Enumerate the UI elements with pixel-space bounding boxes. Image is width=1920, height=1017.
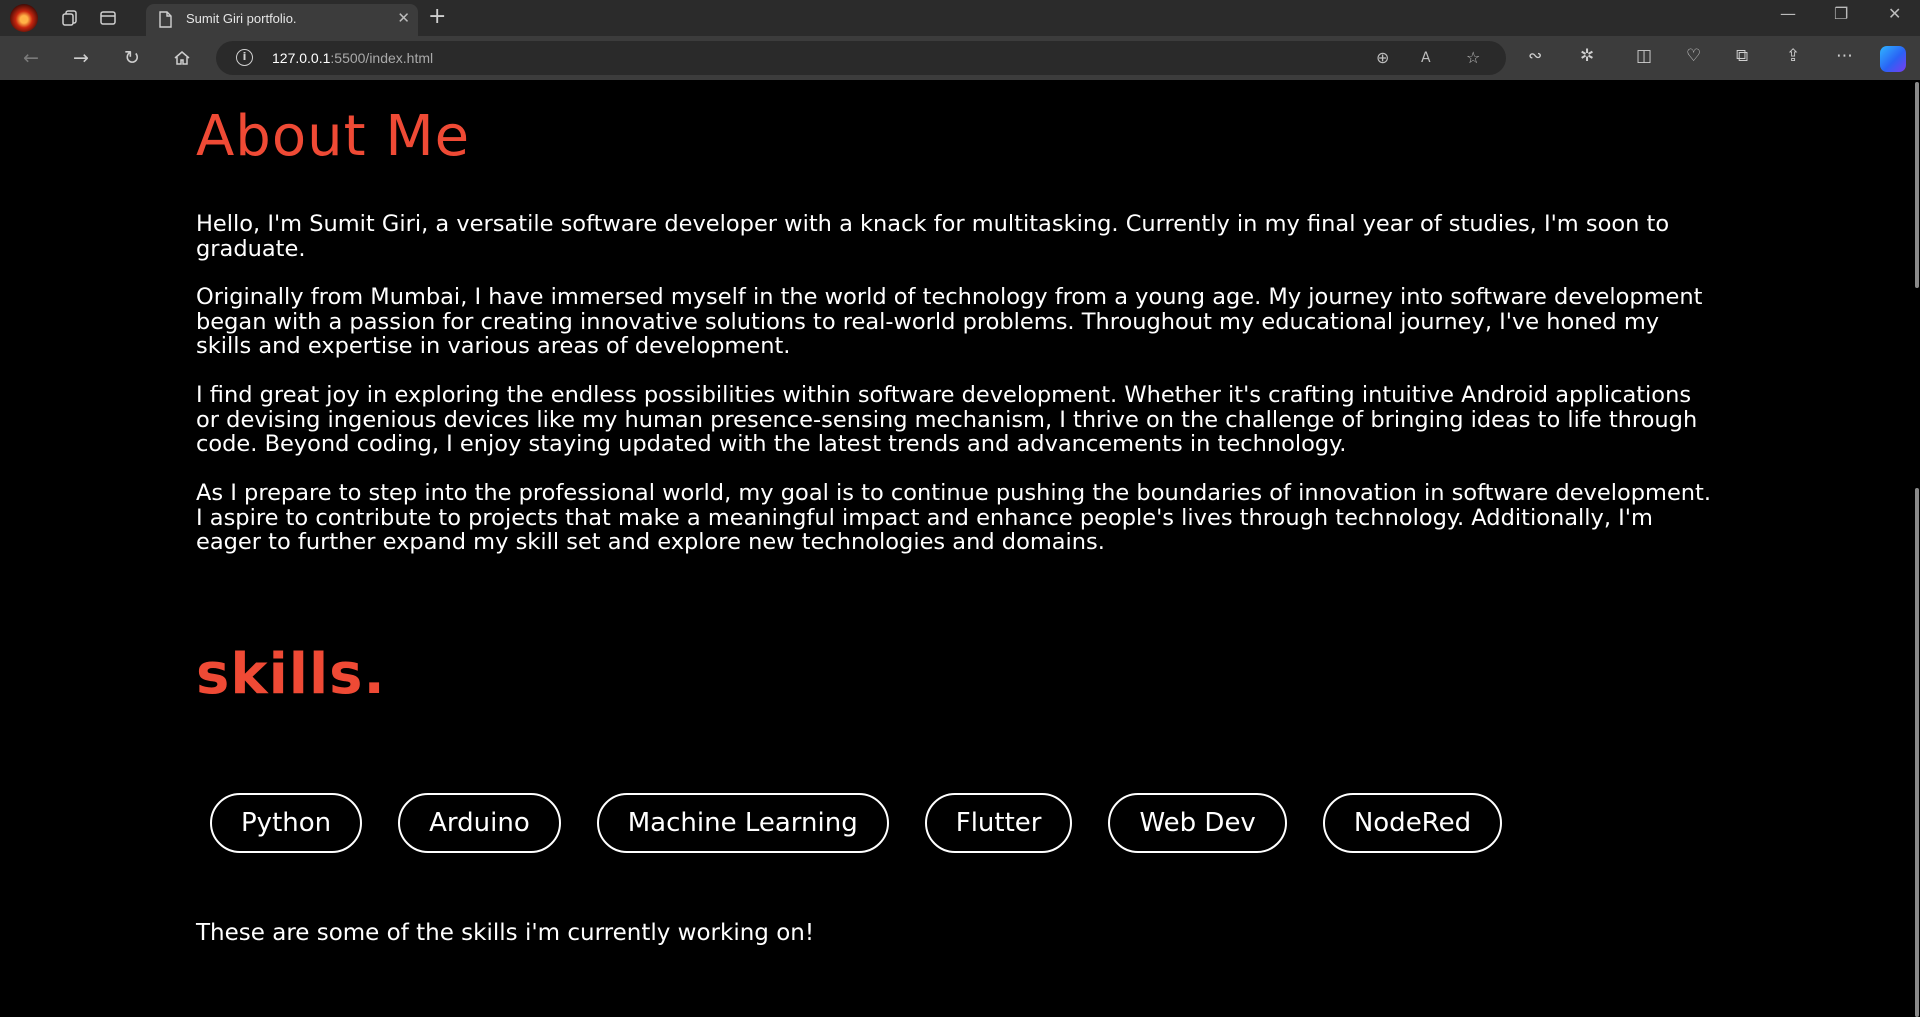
about-paragraph-4: As I prepare to step into the profession… (196, 480, 1712, 555)
tab-title: Sumit Giri portfolio. (186, 11, 297, 26)
forward-icon[interactable]: → (68, 46, 94, 70)
games-icon[interactable]: ∾ (1528, 46, 1542, 66)
scrollbar-thumb[interactable] (1915, 82, 1919, 288)
browser-essentials-icon[interactable]: ♡ (1686, 46, 1701, 66)
about-paragraph-2: Originally from Mumbai, I have immersed … (196, 284, 1703, 359)
extensions-icon[interactable]: ✲ (1580, 46, 1594, 66)
scrollbar-track-segment[interactable] (1915, 488, 1919, 1017)
skill-pill-python[interactable]: Python (210, 793, 363, 853)
url-path: :5500/index.html (330, 50, 434, 66)
address-bar[interactable]: i 127.0.0.1:5500/index.html ⊕ A ☆ (216, 41, 1506, 75)
tab-active[interactable]: Sumit Giri portfolio. ✕ (146, 4, 418, 36)
close-tab-icon[interactable]: ✕ (397, 9, 410, 27)
screenshot-icon[interactable]: ⧉ (1736, 46, 1748, 66)
page-scrollbar[interactable] (1912, 82, 1920, 1017)
new-tab-button[interactable]: + (428, 4, 446, 29)
close-window-button[interactable]: ✕ (1888, 4, 1901, 23)
url-text[interactable]: 127.0.0.1:5500/index.html (272, 50, 433, 66)
skill-pill-machine-learning[interactable]: Machine Learning (596, 793, 889, 853)
page-viewport: About Me Hello, I'm Sumit Giri, a versat… (6, 82, 1920, 1017)
about-paragraph-1: Hello, I'm Sumit Giri, a versatile softw… (196, 211, 1670, 262)
zoom-icon[interactable]: ⊕ (1376, 48, 1389, 67)
home-icon[interactable] (169, 46, 195, 70)
vertical-tabs-icon[interactable] (96, 6, 120, 30)
skills-list: Python Arduino Machine Learning Flutter … (210, 793, 1503, 853)
page-icon (158, 11, 172, 32)
back-icon[interactable]: ← (18, 46, 44, 70)
site-info-icon[interactable]: i (236, 49, 253, 66)
share-icon[interactable]: ⇪ (1786, 46, 1800, 66)
restore-button[interactable]: ❐ (1834, 4, 1848, 23)
about-heading: About Me (196, 104, 471, 169)
skill-pill-arduino[interactable]: Arduino (398, 793, 561, 853)
skill-pill-nodered[interactable]: NodeRed (1322, 793, 1503, 853)
browser-toolbar: ← → ↻ i 127.0.0.1:5500/index.html ⊕ A ☆ … (0, 36, 1920, 80)
skills-note: These are some of the skills i'm current… (196, 920, 815, 946)
tab-strip: Sumit Giri portfolio. ✕ + — ❐ ✕ (0, 0, 1920, 36)
minimize-button[interactable]: — (1780, 4, 1796, 23)
skills-heading: skills. (196, 642, 386, 707)
url-host: 127.0.0.1 (272, 50, 331, 66)
collections-icon[interactable] (58, 6, 82, 30)
about-paragraph-3: I find great joy in exploring the endles… (196, 382, 1698, 457)
more-menu-icon[interactable]: ⋯ (1836, 46, 1853, 66)
skill-pill-web-dev[interactable]: Web Dev (1108, 793, 1287, 853)
favorite-star-icon[interactable]: ☆ (1466, 48, 1480, 67)
skill-pill-flutter[interactable]: Flutter (924, 793, 1073, 853)
profile-avatar[interactable] (10, 4, 38, 32)
refresh-icon[interactable]: ↻ (119, 46, 145, 70)
copilot-icon[interactable] (1880, 46, 1906, 72)
read-aloud-icon[interactable]: A (1421, 50, 1431, 66)
split-screen-icon[interactable]: ◫ (1636, 46, 1652, 66)
